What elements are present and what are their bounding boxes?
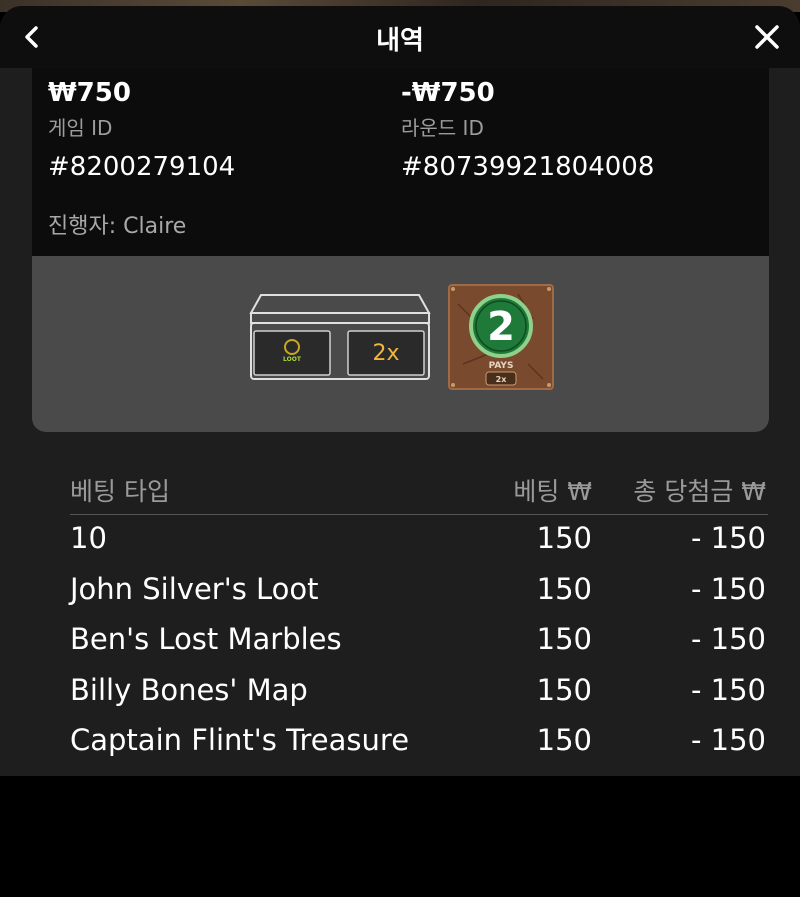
tile-caption: PAYS	[489, 361, 514, 371]
bet-type-cell: Billy Bones' Map	[70, 672, 308, 707]
total-win-cell: - 150	[690, 571, 766, 606]
round-id-label: 라운드 ID	[401, 116, 484, 140]
bet-type-cell: John Silver's Loot	[70, 571, 319, 606]
tile-multiplier: 2x	[496, 375, 508, 384]
treasure-chest-icon: LOOT 2x	[249, 294, 431, 380]
total-win-cell: - 150	[690, 672, 766, 707]
table-row: Captain Flint's Treasure 150 - 150	[70, 717, 768, 768]
game-id: #8200279104	[48, 152, 236, 182]
table-row: Billy Bones' Map 150 - 150	[70, 667, 768, 718]
bet-amount-cell: 150	[536, 521, 592, 555]
chest-logo-text: LOOT	[283, 356, 302, 363]
close-button[interactable]	[752, 22, 782, 52]
header-bet-type: 베팅 타입	[70, 477, 170, 506]
dealer-name: 진행자: Claire	[48, 214, 187, 239]
table-row: Ben's Lost Marbles 150 - 150	[70, 616, 768, 667]
bet-amount-cell: 150	[536, 672, 592, 707]
history-panel: 내역 ₩750 게임 ID #8200279104 -₩750 라운드 ID #…	[0, 6, 800, 776]
page-title: 내역	[376, 26, 424, 56]
bet-amount: ₩750	[48, 78, 131, 108]
table-row: 10 150 - 150	[70, 515, 768, 566]
bet-type-cell: 10	[70, 521, 107, 555]
total-win-cell: - 150	[690, 723, 766, 757]
header-bar: 내역	[0, 6, 800, 68]
header-bet-amount: 베팅 ₩	[513, 477, 592, 506]
round-result: LOOT 2x 2 PAYS 2x	[32, 256, 769, 432]
summary-right: -₩750 라운드 ID #80739921804008	[401, 76, 654, 184]
tile-number: 2	[487, 304, 515, 350]
table-row: John Silver's Loot 150 - 150	[70, 566, 768, 617]
game-id-label: 게임 ID	[48, 116, 113, 140]
round-summary: ₩750 게임 ID #8200279104 -₩750 라운드 ID #807…	[32, 68, 769, 256]
table-header: 베팅 타입 베팅 ₩ 총 당첨금 ₩	[70, 466, 768, 515]
multiplier-text: 2x	[372, 341, 399, 366]
table-body: 10 150- 150 John Silver's Loot 150- 150 Ben'…	[70, 515, 768, 768]
bet-amount-cell: 150	[536, 622, 592, 656]
bet-type-cell: Captain Flint's Treasure	[70, 723, 410, 757]
bet-type-cell: Ben's Lost Marbles	[70, 622, 342, 656]
total-win-cell: - 150	[690, 622, 766, 656]
summary-left: ₩750 게임 ID #8200279104	[48, 76, 235, 184]
close-icon	[755, 25, 779, 49]
net-amount: -₩750	[401, 78, 495, 108]
round-id: #80739921804008	[401, 152, 655, 182]
header-total-win: 총 당첨금 ₩	[633, 477, 766, 506]
bets-table: 베팅 타입 베팅 ₩ 총 당첨금 ₩ 10 150- 150 John Silver…	[70, 466, 768, 768]
result-tile-icon: 2 PAYS 2x	[448, 284, 554, 390]
bet-amount-cell: 150	[536, 571, 592, 606]
total-win-cell: - 150	[690, 521, 766, 555]
bet-amount-cell: 150	[536, 723, 592, 757]
